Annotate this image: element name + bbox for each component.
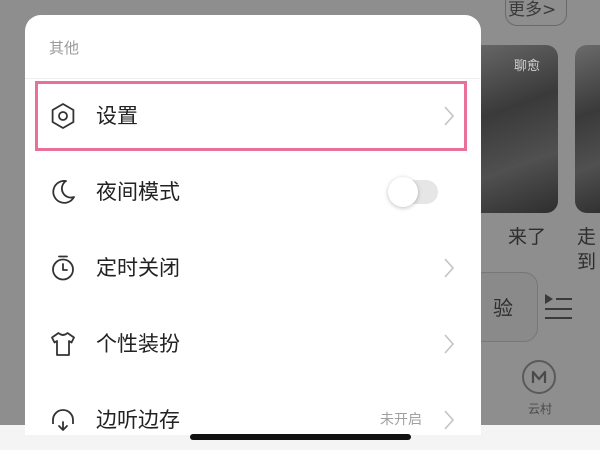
menu-item-listen-save[interactable]: 边听边存 未开启 bbox=[25, 382, 481, 435]
card-caption: 走 bbox=[577, 226, 597, 248]
section-title: 其他 bbox=[49, 39, 80, 57]
chevron-right-icon bbox=[444, 410, 455, 430]
card-caption: 来了 bbox=[508, 226, 547, 248]
moon-icon bbox=[52, 180, 75, 204]
highlight-box bbox=[35, 81, 467, 151]
card-caption: 到 bbox=[577, 251, 597, 273]
playlist-card[interactable] bbox=[575, 45, 600, 213]
status-text: 未开启 bbox=[380, 412, 422, 428]
toggle-knob bbox=[388, 177, 418, 207]
home-indicator bbox=[190, 434, 411, 440]
cloud-village-label: 云村 bbox=[528, 402, 553, 416]
card-tag: 聊愈 bbox=[514, 59, 541, 74]
headphones-icon bbox=[52, 409, 74, 431]
menu-item-label: 夜间模式 bbox=[96, 180, 180, 204]
night-mode-toggle[interactable] bbox=[388, 177, 438, 207]
menu-item-label: 边听边存 bbox=[96, 408, 180, 432]
playlist-icon[interactable] bbox=[542, 290, 574, 322]
cloud-village-icon[interactable] bbox=[522, 360, 556, 394]
timer-icon bbox=[52, 255, 74, 281]
menu-item-timer[interactable]: 定时关闭 bbox=[25, 230, 481, 306]
menu-item-label: 定时关闭 bbox=[96, 256, 180, 280]
more-button[interactable]: 更多> bbox=[505, 0, 568, 26]
chevron-right-icon bbox=[444, 258, 455, 278]
tshirt-icon bbox=[51, 332, 75, 356]
menu-item-label: 个性装扮 bbox=[96, 332, 180, 356]
chevron-right-icon bbox=[444, 334, 455, 354]
menu-item-theme[interactable]: 个性装扮 bbox=[25, 306, 481, 382]
other-settings-sheet: 其他 设置 夜间模式 定时关闭 个性装扮 边听边存 未开启 bbox=[25, 15, 481, 435]
